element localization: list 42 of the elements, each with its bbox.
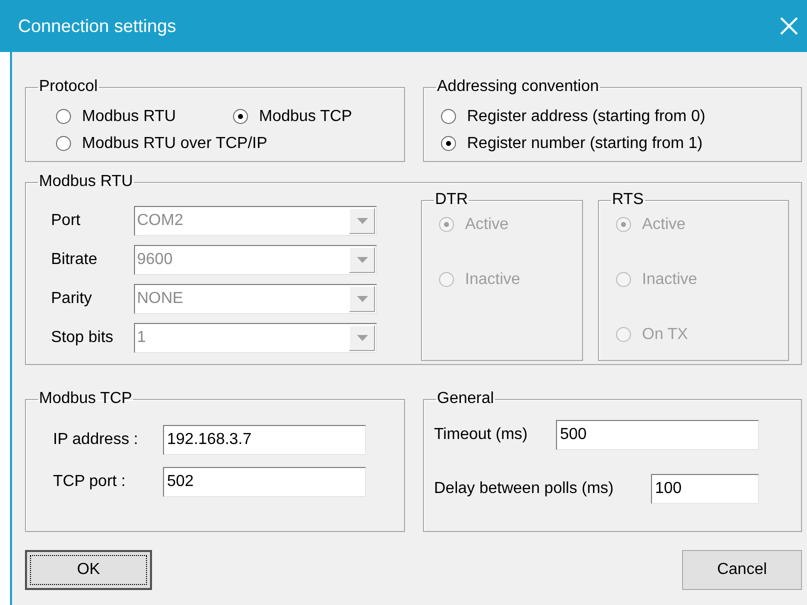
radio-label: Inactive (642, 270, 698, 290)
radio-label: Register address (starting from 0) (467, 106, 706, 126)
radio-label: Active (465, 214, 509, 234)
dialog-button[interactable]: Cancel (682, 550, 802, 590)
radio-label: Inactive (465, 270, 520, 290)
caret-icon (356, 257, 368, 263)
radio-button[interactable] (56, 136, 71, 151)
group-label: DTR (434, 191, 469, 209)
group-label: Addressing convention (436, 78, 600, 96)
group-label: RTS (611, 191, 645, 209)
radio-label: Modbus RTU (82, 106, 176, 126)
radio-label: On TX (642, 324, 688, 344)
field-label: Timeout (ms) (434, 425, 529, 445)
text-field[interactable]: 502 (163, 467, 366, 497)
close-icon[interactable] (779, 16, 799, 36)
radio-label: Register number (starting from 1) (467, 134, 703, 154)
radio-button[interactable] (56, 109, 71, 124)
group-label: Modbus RTU (38, 173, 134, 191)
group-label: General (436, 390, 495, 408)
group-label: Modbus TCP (38, 390, 134, 408)
radio-button[interactable] (233, 109, 248, 124)
window-title: Connection settings (18, 14, 176, 38)
radio-label: Modbus TCP (259, 106, 352, 126)
group-label: Protocol (38, 78, 99, 96)
field-label: Parity (51, 289, 93, 309)
text-field[interactable]: 100 (651, 474, 759, 504)
dialog-button[interactable]: OK (25, 550, 152, 590)
radio-button[interactable] (441, 136, 456, 151)
radio-label: Active (642, 214, 686, 234)
field-label: Port (51, 211, 82, 231)
radio-button[interactable] (441, 109, 456, 124)
field-label: TCP port : (53, 472, 127, 492)
radio-label: Modbus RTU over TCP/IP (82, 134, 268, 154)
field-label: Delay between polls (ms) (434, 479, 615, 499)
field-label: IP address : (53, 430, 140, 450)
text-field[interactable]: 192.168.3.7 (163, 425, 366, 455)
caret-icon (356, 335, 368, 341)
text-field[interactable]: 500 (556, 420, 759, 450)
field-label: Bitrate (51, 250, 98, 270)
caret-icon (356, 296, 368, 302)
field-label: Stop bits (51, 328, 114, 348)
caret-icon (356, 218, 368, 224)
